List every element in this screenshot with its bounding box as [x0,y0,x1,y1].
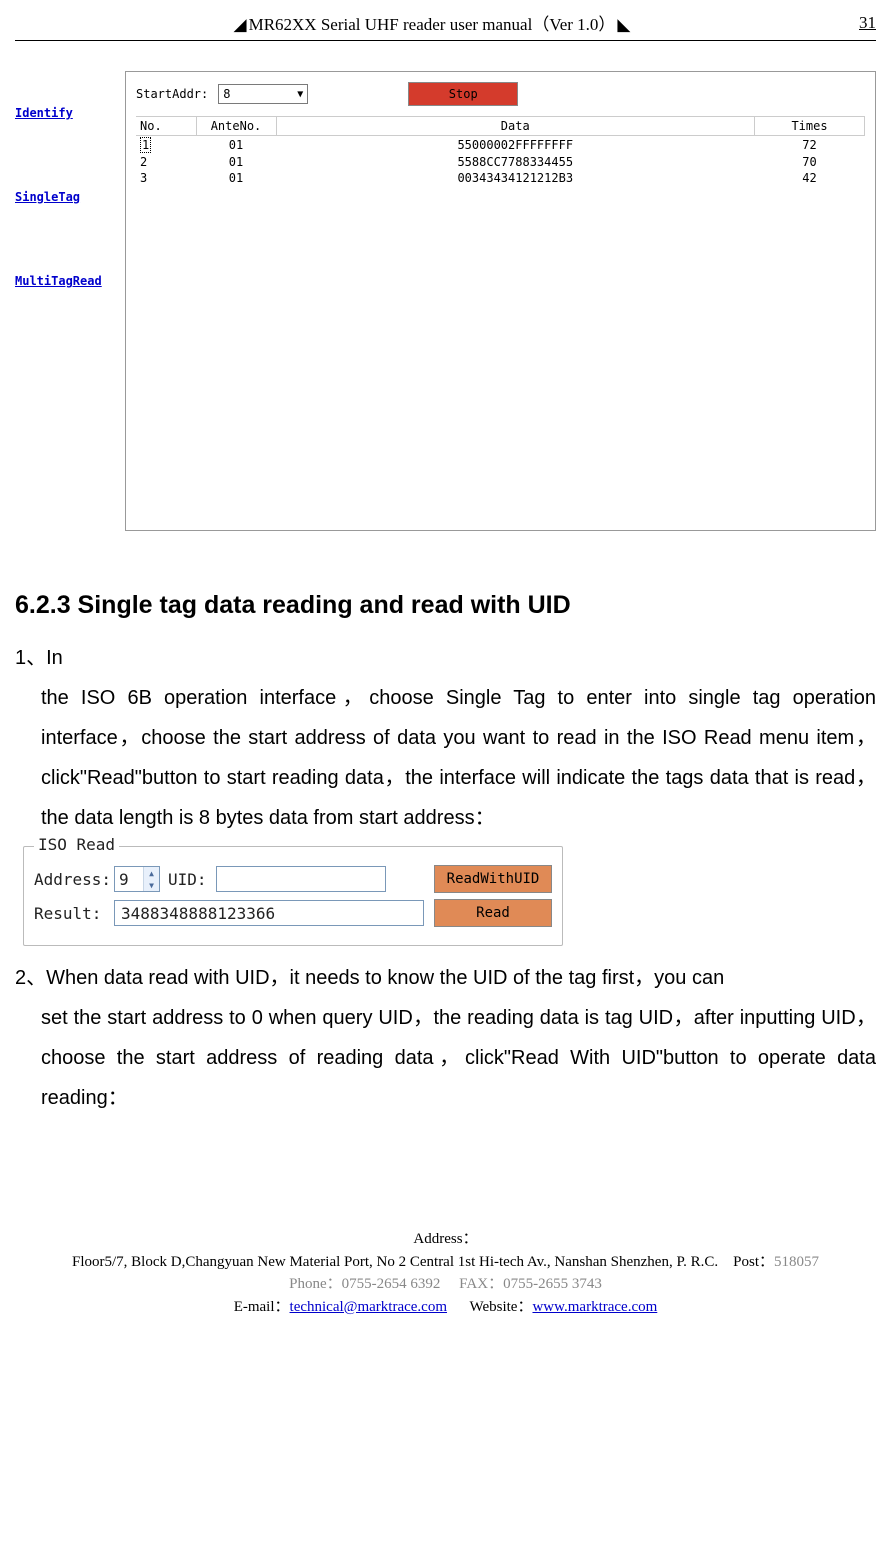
cell-no: 1 [140,137,151,153]
startaddr-dropdown[interactable]: 8 ▼ [218,84,308,104]
address-spinner[interactable]: 9 ▲ ▼ [114,866,160,892]
section-heading: 6.2.3 Single tag data reading and read w… [15,591,876,620]
address-label: Address: [34,870,106,889]
page-header: MR62XX Serial UHF reader user manual（Ver… [15,0,876,41]
iso-read-panel: ISO Read Address: 9 ▲ ▼ UID: ReadWithUID… [23,846,563,946]
startaddr-value: 8 [223,87,230,101]
screenshot-multitag: Identify SingleTag MultiTagRead StartAdd… [15,71,876,531]
address-label: Address： [413,1231,477,1247]
sidebar: Identify SingleTag MultiTagRead [15,71,125,531]
main-panel: StartAddr: 8 ▼ Stop No. AnteNo. Data Tim… [125,71,876,531]
post-label: Post： [733,1254,774,1270]
spinner-up-icon[interactable]: ▲ [144,867,159,879]
col-no: No. [136,117,196,136]
para1-lead: 1、In [15,647,63,669]
sidebar-item-singletag[interactable]: SingleTag [15,190,125,204]
table-row: 3 01 00343434121212B3 42 [136,170,865,186]
address-line: Floor5/7, Block D,Changyuan New Material… [72,1254,718,1270]
readwithuid-button[interactable]: ReadWithUID [434,865,552,893]
topbar: StartAddr: 8 ▼ Stop [136,77,865,116]
para2-body: set the start address to 0 when query UI… [15,998,876,1118]
cell-times: 42 [755,170,865,186]
cell-times: 70 [755,154,865,170]
col-times: Times [755,117,865,136]
header-title: MR62XX Serial UHF reader user manual（Ver… [15,10,849,35]
cell-data: 00343434121212B3 [276,170,755,186]
fax-label: FAX： [459,1276,503,1292]
startaddr-label: StartAddr: [136,87,208,101]
col-data: Data [276,117,755,136]
email-link[interactable]: technical@marktrace.com [290,1299,447,1315]
read-button[interactable]: Read [434,899,552,927]
chevron-down-icon: ▼ [297,89,303,100]
uid-label: UID: [168,870,208,889]
result-label: Result: [34,904,106,923]
page-number: 31 [849,13,876,33]
phone-label: Phone： [289,1276,342,1292]
email-label: E-mail： [234,1299,290,1315]
post-value: 518057 [774,1254,819,1270]
cell-ante: 01 [196,136,276,155]
fax-value: 0755-2655 3743 [503,1276,602,1292]
sidebar-item-identify[interactable]: Identify [15,106,125,120]
cell-no: 3 [136,170,196,186]
website-link[interactable]: www.marktrace.com [532,1299,657,1315]
phone-value: 0755-2654 6392 [342,1276,441,1292]
para1-body: the ISO 6B operation interface，choose Si… [15,678,876,838]
result-input[interactable]: 3488348888123366 [114,900,424,926]
cell-ante: 01 [196,170,276,186]
spinner-buttons[interactable]: ▲ ▼ [143,867,159,891]
paragraph-2: 2、When data read with UID，it needs to kn… [15,958,876,1118]
cell-no: 2 [136,154,196,170]
table-row: 2 01 5588CC7788334455 70 [136,154,865,170]
uid-input[interactable] [216,866,386,892]
iso-read-title: ISO Read [34,835,119,854]
tag-table: No. AnteNo. Data Times 1 01 55000002FFFF… [136,116,865,186]
col-anteno: AnteNo. [196,117,276,136]
table-row: 1 01 55000002FFFFFFFF 72 [136,136,865,155]
spinner-down-icon[interactable]: ▼ [144,879,159,891]
cell-ante: 01 [196,154,276,170]
para2-lead: 2、When data read with UID，it needs to kn… [15,967,724,989]
page-footer: Address： Floor5/7, Block D,Changyuan New… [15,1228,876,1328]
stop-button[interactable]: Stop [408,82,518,106]
cell-data: 55000002FFFFFFFF [276,136,755,155]
sidebar-item-multitagread[interactable]: MultiTagRead [15,274,125,288]
website-label: Website： [470,1299,533,1315]
address-value: 9 [115,867,143,891]
cell-times: 72 [755,136,865,155]
paragraph-1: 1、In the ISO 6B operation interface，choo… [15,638,876,838]
cell-data: 5588CC7788334455 [276,154,755,170]
